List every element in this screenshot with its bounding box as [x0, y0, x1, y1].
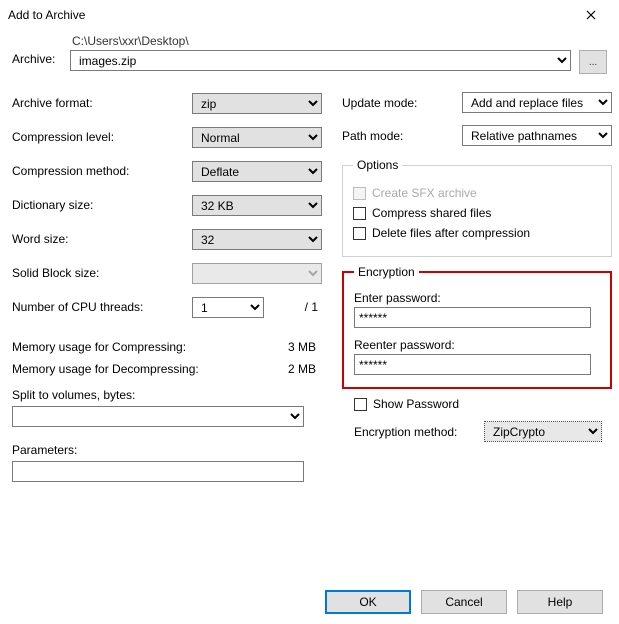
button-bar: OK Cancel Help [325, 590, 603, 614]
split-select[interactable] [12, 406, 304, 427]
path-label: Path mode: [342, 129, 462, 143]
show-password-label: Show Password [373, 397, 459, 411]
block-label: Solid Block size: [12, 266, 192, 280]
mem-comp-value: 3 MB [288, 340, 316, 354]
cpu-select[interactable]: 1 [192, 297, 264, 318]
delete-checkbox[interactable] [353, 227, 366, 240]
cpu-label: Number of CPU threads: [12, 300, 192, 314]
close-button[interactable] [571, 3, 611, 27]
options-fieldset: Options Create SFX archive Compress shar… [342, 158, 612, 257]
cpu-total: / 1 [305, 300, 322, 314]
block-select [192, 263, 322, 284]
word-select[interactable]: 32 [192, 229, 322, 250]
level-select[interactable]: Normal [192, 127, 322, 148]
dialog-content: Archive: C:\Users\xxr\Desktop\ images.zi… [0, 28, 619, 490]
help-button[interactable]: Help [517, 590, 603, 614]
enc-method-label: Encryption method: [354, 425, 484, 439]
mem-decomp-value: 2 MB [288, 362, 316, 376]
ellipsis-icon: ... [589, 57, 597, 68]
password-input[interactable] [354, 307, 591, 328]
mem-comp-label: Memory usage for Compressing: [12, 340, 186, 354]
enc-method-select[interactable]: ZipCrypto [484, 421, 602, 442]
show-password-checkbox[interactable] [354, 398, 367, 411]
update-label: Update mode: [342, 96, 462, 110]
titlebar: Add to Archive [0, 0, 619, 28]
window-title: Add to Archive [8, 8, 85, 22]
browse-button[interactable]: ... [579, 50, 607, 74]
dialog-window: Add to Archive Archive: C:\Users\xxr\Des… [0, 0, 619, 624]
right-column: Update mode: Add and replace files Path … [342, 92, 612, 482]
method-label: Compression method: [12, 164, 192, 178]
encryption-fieldset: Encryption Enter password: Reenter passw… [342, 265, 612, 389]
sfx-label: Create SFX archive [372, 186, 477, 200]
archive-section: Archive: C:\Users\xxr\Desktop\ images.zi… [12, 34, 607, 74]
cancel-button[interactable]: Cancel [421, 590, 507, 614]
dict-select[interactable]: 32 KB [192, 195, 322, 216]
path-select[interactable]: Relative pathnames [462, 125, 612, 146]
update-select[interactable]: Add and replace files [462, 92, 612, 113]
params-label: Parameters: [12, 443, 322, 457]
encryption-legend: Encryption [354, 265, 419, 279]
params-input[interactable] [12, 461, 304, 482]
options-legend: Options [353, 158, 402, 172]
close-icon [586, 10, 596, 20]
archive-path: C:\Users\xxr\Desktop\ [70, 34, 607, 48]
format-select[interactable]: zip [192, 93, 322, 114]
archive-name-input[interactable]: images.zip [70, 50, 571, 71]
delete-label: Delete files after compression [372, 226, 530, 240]
password-reenter-input[interactable] [354, 354, 591, 375]
enter-password-label: Enter password: [354, 291, 600, 305]
method-select[interactable]: Deflate [192, 161, 322, 182]
ok-button[interactable]: OK [325, 590, 411, 614]
level-label: Compression level: [12, 130, 192, 144]
word-label: Word size: [12, 232, 192, 246]
reenter-password-label: Reenter password: [354, 338, 600, 352]
shared-label: Compress shared files [372, 206, 491, 220]
shared-checkbox[interactable] [353, 207, 366, 220]
split-label: Split to volumes, bytes: [12, 388, 322, 402]
archive-label: Archive: [12, 34, 70, 66]
mem-decomp-label: Memory usage for Decompressing: [12, 362, 199, 376]
dict-label: Dictionary size: [12, 198, 192, 212]
sfx-checkbox [353, 187, 366, 200]
format-label: Archive format: [12, 96, 192, 110]
left-column: Archive format: zip Compression level: N… [12, 92, 322, 482]
